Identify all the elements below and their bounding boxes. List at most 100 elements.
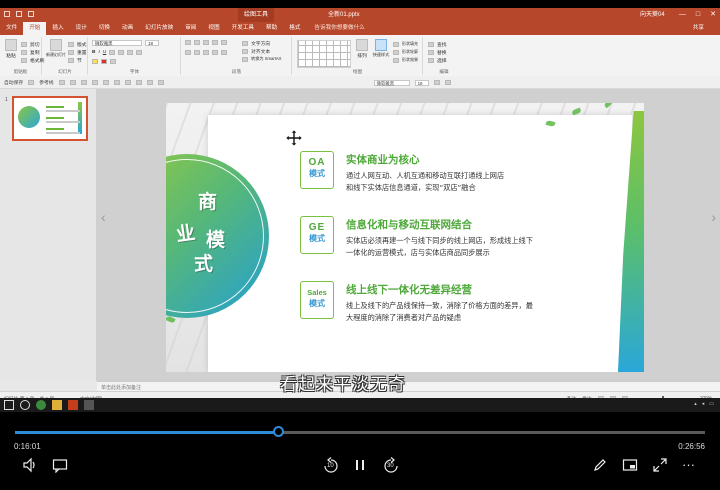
replace-button[interactable]: 替换 [428,49,447,56]
layout-button[interactable]: 版式 [68,41,87,48]
fullscreen-button[interactable] [652,457,668,473]
guides-toggle[interactable]: 参考线 [39,79,53,86]
network-icon[interactable]: ▴ [694,401,697,407]
select-button[interactable]: 选择 [428,57,447,64]
oval-icon[interactable] [91,80,98,85]
find-button[interactable]: 查找 [428,41,447,48]
captions-button[interactable] [52,457,68,473]
pause-button[interactable] [354,457,366,473]
rewind-button[interactable]: 10 [322,457,340,473]
undo-icon[interactable] [16,11,22,17]
tab-view[interactable]: 视图 [202,22,225,35]
rectangle-icon[interactable] [80,80,87,85]
slide[interactable]: 商 业 模 式 OA 模式 实体商业为核心 通过人网互动、人机互通和移动互联打通… [166,103,644,372]
slide-thumbnail[interactable] [12,96,88,141]
tell-me-search[interactable]: 告诉我你想要做什么 [314,22,364,35]
tab-file[interactable]: 文件 [0,22,23,35]
align-text-button[interactable]: 对齐文本 [242,48,270,55]
tab-animations[interactable]: 动画 [116,22,139,35]
save-icon[interactable] [4,11,10,17]
cut-button[interactable]: 剪切 [21,41,40,48]
grow-font-icon[interactable] [433,80,440,85]
format-painter-button[interactable]: 格式刷 [21,57,44,64]
clear-format-icon[interactable] [110,59,116,64]
tab-slideshow[interactable]: 幻灯片放映 [139,22,179,35]
autosave-label[interactable]: 自动保存 [4,79,23,86]
tab-developer[interactable]: 开发工具 [226,22,260,35]
smartart-button[interactable]: 转换为 SmartArt [242,56,281,62]
copy-button[interactable]: 复制 [21,49,40,56]
close-button[interactable]: ✕ [710,10,716,20]
section-button[interactable]: 节 [68,57,82,64]
powerpoint-icon[interactable] [68,400,78,410]
paste-button[interactable]: 粘贴 [3,39,19,59]
undo-icon[interactable] [58,80,65,85]
line-spacing-icon[interactable] [221,40,227,45]
folder-icon[interactable] [52,400,62,410]
columns-icon[interactable] [221,50,227,55]
cortana-icon[interactable] [20,400,30,410]
justify-icon[interactable] [212,50,218,55]
start-icon[interactable] [4,400,14,410]
seek-thumb[interactable] [272,426,284,437]
forward-button[interactable]: 30 [382,457,400,473]
more-options-button[interactable]: ··· [682,457,695,473]
group-icon[interactable] [146,80,153,85]
shadow-icon[interactable] [109,50,116,55]
tab-transitions[interactable]: 切换 [93,22,116,35]
align-center-icon[interactable] [194,50,200,55]
new-slide-button[interactable]: 新建幻灯片 [45,39,67,58]
italic-icon[interactable]: I [98,50,99,55]
align-icon[interactable] [135,80,142,85]
text-direction-button[interactable]: 文字方向 [242,40,270,47]
numbering-icon[interactable] [194,40,200,45]
notification-icon[interactable]: ▭ [709,401,714,407]
checkbox-icon[interactable] [28,80,35,85]
redo-icon[interactable] [69,80,76,85]
qt-font-combo[interactable]: 微软雅黑 [373,79,410,86]
tab-format[interactable]: 格式 [283,22,306,35]
volume-icon[interactable]: ◂ [702,401,705,407]
bullets-icon[interactable] [185,40,191,45]
minimize-button[interactable]: — [679,10,686,20]
user-name[interactable]: 向天葵04 [640,8,665,22]
rotate-icon[interactable] [157,80,164,85]
tab-insert[interactable]: 插入 [46,22,69,35]
app-icon[interactable] [84,400,94,410]
spacing-icon[interactable] [127,50,134,55]
font-color-icon[interactable] [101,59,107,64]
redo-icon[interactable] [28,11,34,17]
tab-review[interactable]: 审阅 [179,22,202,35]
strikethrough-icon[interactable] [118,50,125,55]
highlight-icon[interactable] [92,59,98,64]
underline-icon[interactable]: U [103,50,106,55]
indent-increase-icon[interactable] [212,40,218,45]
indent-decrease-icon[interactable] [203,40,209,45]
align-right-icon[interactable] [203,50,209,55]
chevron-right-icon[interactable]: › [711,209,716,225]
font-size-combo[interactable]: 18 [145,40,159,46]
bold-icon[interactable]: B [92,50,95,55]
shape-fill-button[interactable]: 形状填充 [393,41,418,47]
qt-size-combo[interactable]: 18 [414,79,429,86]
tab-home[interactable]: 开始 [23,22,47,35]
arrange-button[interactable]: 排列 [353,39,371,59]
tab-design[interactable]: 设计 [70,22,93,35]
textbox-icon[interactable] [124,80,131,85]
case-icon[interactable] [136,50,143,55]
arrow-icon[interactable] [113,80,120,85]
font-name-combo[interactable]: 微软雅黑 [92,40,142,46]
chevron-left-icon[interactable]: ‹ [101,209,106,225]
shapes-gallery[interactable] [297,40,351,68]
share-button[interactable]: 共享 [693,22,704,35]
shape-effects-button[interactable]: 形状效果 [393,57,418,63]
reset-button[interactable]: 重置 [68,49,87,56]
chrome-icon[interactable] [36,400,46,410]
miniplayer-button[interactable] [622,457,638,473]
seek-bar[interactable] [15,426,705,437]
quick-styles-button[interactable]: 快速样式 [371,39,391,58]
shape-outline-button[interactable]: 形状轮廓 [393,49,418,55]
line-icon[interactable] [102,80,109,85]
maximize-button[interactable]: □ [696,10,700,20]
edit-button[interactable] [592,457,608,473]
